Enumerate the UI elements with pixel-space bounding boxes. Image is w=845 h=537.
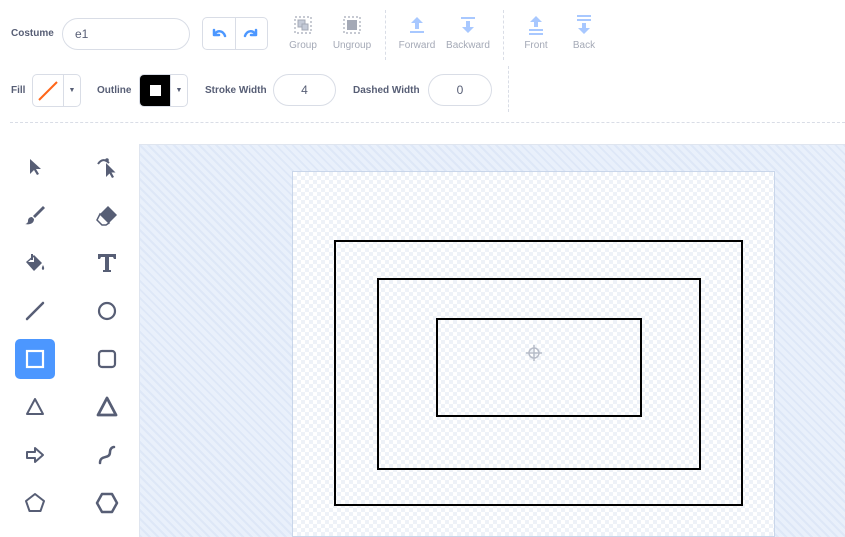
hexagon-tool-button[interactable] <box>87 483 127 523</box>
curve-icon <box>98 445 116 465</box>
rectangle-tool-button[interactable] <box>15 339 55 379</box>
fill-tool-button[interactable] <box>15 243 55 283</box>
undo-redo-group <box>202 17 268 50</box>
ungroup-button[interactable]: Ungroup <box>322 14 382 51</box>
redo-button[interactable] <box>234 18 268 49</box>
toolbar-divider <box>385 10 386 60</box>
outline-swatch <box>140 75 170 106</box>
text-tool-button[interactable] <box>87 243 127 283</box>
fill-color-picker[interactable]: ▼ <box>32 74 81 107</box>
circle-tool-button[interactable] <box>87 291 127 331</box>
fill-icon <box>26 254 45 271</box>
rectangle-icon <box>25 349 45 369</box>
front-label: Front <box>524 40 548 51</box>
ungroup-icon <box>343 16 361 34</box>
forward-icon <box>410 17 424 33</box>
hexagon-icon <box>95 492 119 514</box>
arrow-tool-button[interactable] <box>15 435 55 475</box>
arrow-icon <box>26 447 44 463</box>
backward-icon <box>461 17 475 33</box>
line-tool-button[interactable] <box>15 291 55 331</box>
undo-button[interactable] <box>203 18 235 49</box>
forward-label: Forward <box>398 40 436 51</box>
back-icon <box>577 15 591 34</box>
backward-label: Backward <box>446 40 490 51</box>
backward-button[interactable]: Backward <box>438 14 498 51</box>
curve-tool-button[interactable] <box>87 435 127 475</box>
dashed-width-value: 0 <box>456 83 464 97</box>
outline-color-picker[interactable]: ▼ <box>139 74 188 107</box>
triangle-bold-tool-button[interactable] <box>87 387 127 427</box>
outline-label: Outline <box>97 85 132 96</box>
triangle-bold-icon <box>96 396 118 417</box>
rounded-rectangle-icon <box>97 349 117 369</box>
select-icon <box>30 159 41 175</box>
chevron-down-icon: ▼ <box>63 75 80 106</box>
costume-name-value: e1 <box>75 27 89 41</box>
style-bar-divider <box>508 66 509 112</box>
pentagon-tool-button[interactable] <box>15 483 55 523</box>
select-tool-button[interactable] <box>15 147 55 187</box>
undo-icon <box>212 28 226 37</box>
fill-label: Fill <box>11 85 26 96</box>
back-button[interactable]: Back <box>554 14 614 51</box>
no-fill-icon <box>38 80 58 101</box>
costume-stage[interactable] <box>292 171 775 537</box>
costume-name-input[interactable]: e1 <box>62 18 190 50</box>
reshape-tool-button[interactable] <box>87 147 127 187</box>
triangle-tool-button[interactable] <box>15 387 55 427</box>
group-icon <box>294 16 312 34</box>
pentagon-icon <box>25 493 45 512</box>
front-icon <box>529 16 543 35</box>
stroke-width-input[interactable]: 4 <box>273 74 336 106</box>
brush-tool-button[interactable] <box>15 195 55 235</box>
back-label: Back <box>572 40 596 51</box>
fill-swatch <box>33 75 63 106</box>
eraser-tool-button[interactable] <box>87 195 127 235</box>
circle-icon <box>97 301 117 321</box>
rounded-rectangle-tool-button[interactable] <box>87 339 127 379</box>
text-icon <box>98 254 116 272</box>
chevron-down-icon: ▼ <box>170 75 187 106</box>
costume-label: Costume <box>11 28 54 39</box>
redo-icon <box>244 28 258 37</box>
eraser-icon <box>96 206 117 226</box>
dashed-width-input[interactable]: 0 <box>428 74 492 106</box>
ungroup-label: Ungroup <box>332 40 372 51</box>
toolbar-divider <box>503 10 504 60</box>
stroke-width-label: Stroke Width <box>205 85 267 96</box>
toolbar-bottom-divider <box>10 122 845 123</box>
dashed-width-label: Dashed Width <box>353 85 420 96</box>
reshape-icon <box>97 158 116 178</box>
triangle-icon <box>26 398 44 415</box>
line-icon <box>25 301 45 321</box>
brush-icon <box>25 206 45 225</box>
stroke-width-value: 4 <box>301 83 308 97</box>
group-label: Group <box>289 40 317 51</box>
